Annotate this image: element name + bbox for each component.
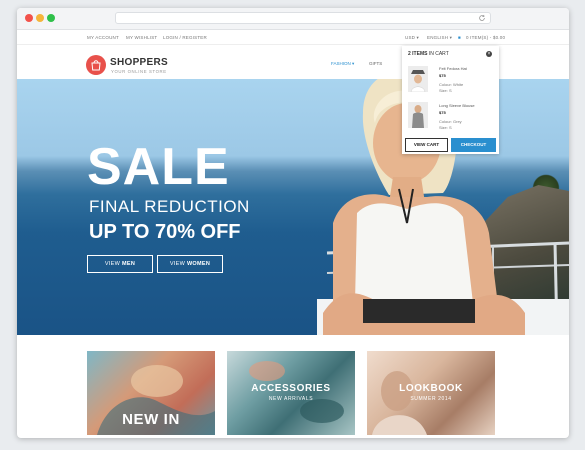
cart-item-price: $75 — [439, 110, 446, 115]
view-men-label: MEN — [121, 261, 136, 267]
logo-name[interactable]: SHOPPERS — [110, 57, 168, 68]
cart-item-thumbnail[interactable] — [408, 66, 428, 93]
cart-label: IN CART — [428, 51, 449, 57]
cart-item-colour: Colour: White — [439, 82, 464, 87]
view-men-prefix: VIEW — [104, 261, 121, 267]
category-tile-accessories[interactable]: ACCESSORIES NEW ARRIVALS — [227, 351, 355, 435]
nav-fashion[interactable]: FASHION ▾ — [331, 61, 354, 67]
close-icon[interactable]: × — [486, 51, 492, 57]
currency-selector[interactable]: USD ▾ — [405, 35, 419, 41]
category-tile-lookbook[interactable]: LOOKBOOK SUMMER 2014 — [367, 351, 495, 435]
maximize-window-button[interactable] — [47, 14, 55, 22]
mini-cart-dropdown: 2 ITEMS IN CART × Felt Fedora Hat $75 Co… — [402, 46, 499, 154]
nav-gifts[interactable]: GIFTS — [369, 61, 382, 66]
category-tile-new-in[interactable]: NEW IN — [87, 351, 215, 435]
tile-subtitle: NEW ARRIVALS — [268, 396, 314, 402]
cart-icon[interactable]: ■ — [458, 35, 461, 40]
cart-item-name[interactable]: Felt Fedora Hat — [439, 66, 467, 71]
hero-headline: SALE — [87, 138, 230, 196]
cart-summary-link[interactable]: 0 ITEM(S) - $0.00 — [466, 35, 505, 40]
reload-icon[interactable] — [478, 14, 486, 22]
view-women-label: WOMEN — [186, 261, 211, 267]
top-utility-bar: MY ACCOUNT MY WISHLIST LOGIN / REGISTER … — [17, 30, 569, 45]
cart-item-size: Size: S — [439, 88, 452, 93]
cart-item-size: Size: S — [439, 125, 452, 130]
cart-title: 2 ITEMS IN CART — [408, 51, 449, 57]
cart-item-price: $75 — [439, 73, 446, 78]
cart-item-count: 2 ITEMS — [408, 51, 428, 57]
view-men-button[interactable]: VIEW MEN — [87, 255, 153, 273]
view-cart-button[interactable]: VIEW CART — [405, 138, 448, 152]
hero-offer: UP TO 70% OFF — [89, 221, 241, 243]
tile-title: ACCESSORIES — [251, 383, 331, 394]
minimize-window-button[interactable] — [36, 14, 44, 22]
cart-item-name[interactable]: Long Sleeve Blouse — [439, 103, 475, 108]
currency-value: USD — [405, 35, 416, 40]
my-wishlist-link[interactable]: MY WISHLIST — [126, 35, 157, 40]
my-account-link[interactable]: MY ACCOUNT — [87, 35, 119, 40]
checkout-button[interactable]: CHECKOUT — [451, 138, 496, 152]
cart-item-thumbnail[interactable] — [408, 102, 428, 128]
view-women-prefix: VIEW — [169, 261, 186, 267]
address-bar[interactable] — [115, 12, 491, 24]
logo-tagline: YOUR ONLINE STORE — [111, 69, 167, 74]
tile-title: LOOKBOOK — [399, 383, 463, 394]
close-window-button[interactable] — [25, 14, 33, 22]
logo-bag-icon[interactable] — [86, 55, 106, 75]
browser-chrome — [17, 8, 569, 30]
language-value: ENGLISH — [427, 35, 449, 40]
browser-window: MY ACCOUNT MY WISHLIST LOGIN / REGISTER … — [17, 8, 569, 438]
view-women-button[interactable]: VIEW WOMEN — [157, 255, 223, 273]
login-register-link[interactable]: LOGIN / REGISTER — [163, 35, 207, 40]
hero-subheadline: FINAL REDUCTION — [89, 197, 250, 216]
tile-title: NEW IN — [122, 411, 180, 428]
language-selector[interactable]: ENGLISH ▾ — [427, 35, 452, 41]
cart-item-colour: Colour: Grey — [439, 119, 462, 124]
nav-fashion-label: FASHION — [331, 61, 351, 66]
tile-subtitle: SUMMER 2014 — [410, 396, 452, 402]
